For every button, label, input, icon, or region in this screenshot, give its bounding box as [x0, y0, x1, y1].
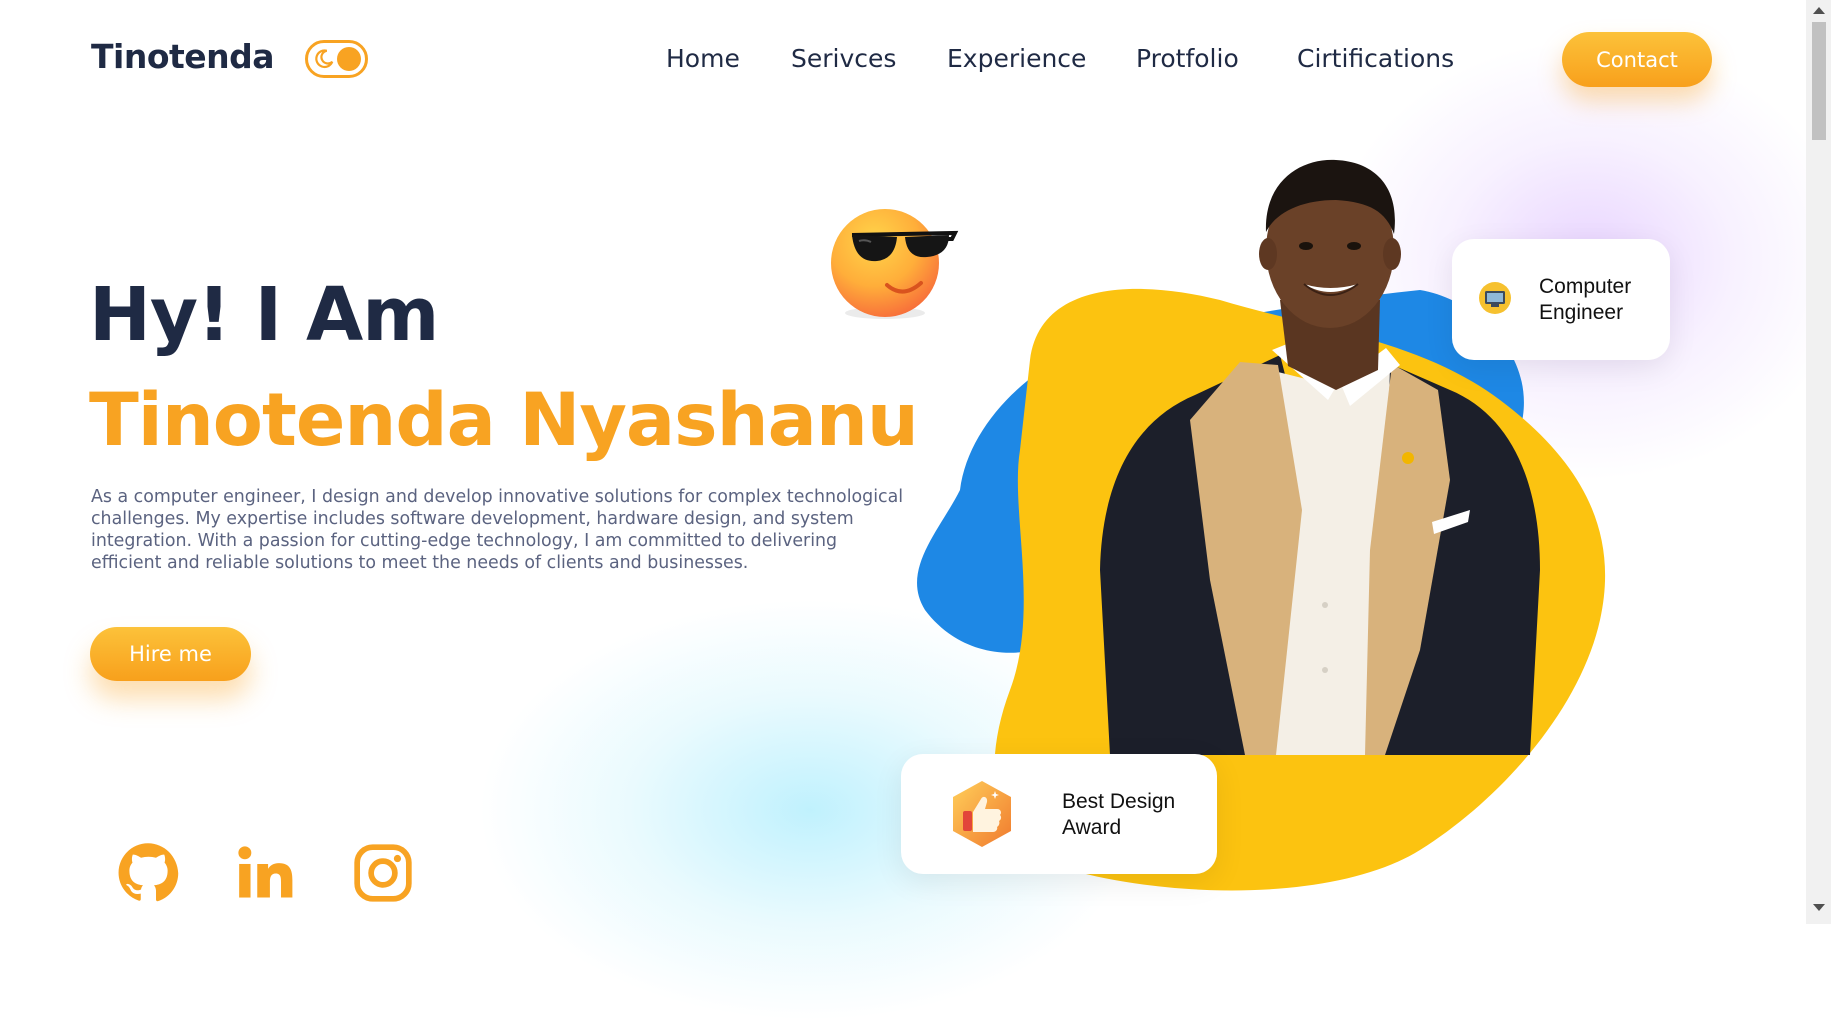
site-logo[interactable]: Tinotenda: [91, 37, 275, 76]
toggle-knob: [337, 47, 361, 71]
page-scrollbar[interactable]: [1806, 0, 1831, 924]
nav-home[interactable]: Home: [666, 44, 740, 73]
scroll-down-arrow-icon[interactable]: [1813, 904, 1825, 911]
computer-engineer-icon: [1479, 282, 1511, 314]
badge-best-design-award: Best Design Award: [901, 754, 1217, 874]
instagram-icon[interactable]: [352, 842, 414, 904]
nav-services[interactable]: Serivces: [791, 44, 896, 73]
scroll-up-arrow-icon[interactable]: [1813, 7, 1825, 14]
scrollbar-thumb[interactable]: [1812, 22, 1826, 140]
moon-icon: [315, 49, 334, 69]
badge-best-design-award-label: Best Design Award: [1062, 790, 1176, 839]
theme-toggle[interactable]: [305, 40, 368, 78]
badge-computer-engineer: Computer Engineer: [1452, 239, 1670, 360]
hero-description: As a computer engineer, I design and dev…: [91, 487, 904, 573]
hire-me-button[interactable]: Hire me: [90, 627, 251, 681]
linkedin-icon[interactable]: [234, 842, 296, 904]
github-icon[interactable]: [117, 842, 179, 904]
contact-button[interactable]: Contact: [1562, 32, 1712, 87]
nav-certifications[interactable]: Cirtifications: [1297, 44, 1454, 73]
thumbs-up-award-icon: [953, 781, 1011, 847]
hero-greeting: Hy! I Am: [89, 272, 439, 358]
hero-name: Tinotenda Nyashanu: [89, 378, 919, 463]
nav-experience[interactable]: Experience: [947, 44, 1086, 73]
badge-computer-engineer-label: Computer Engineer: [1539, 275, 1632, 324]
nav-portfolio[interactable]: Protfolio: [1136, 44, 1239, 73]
